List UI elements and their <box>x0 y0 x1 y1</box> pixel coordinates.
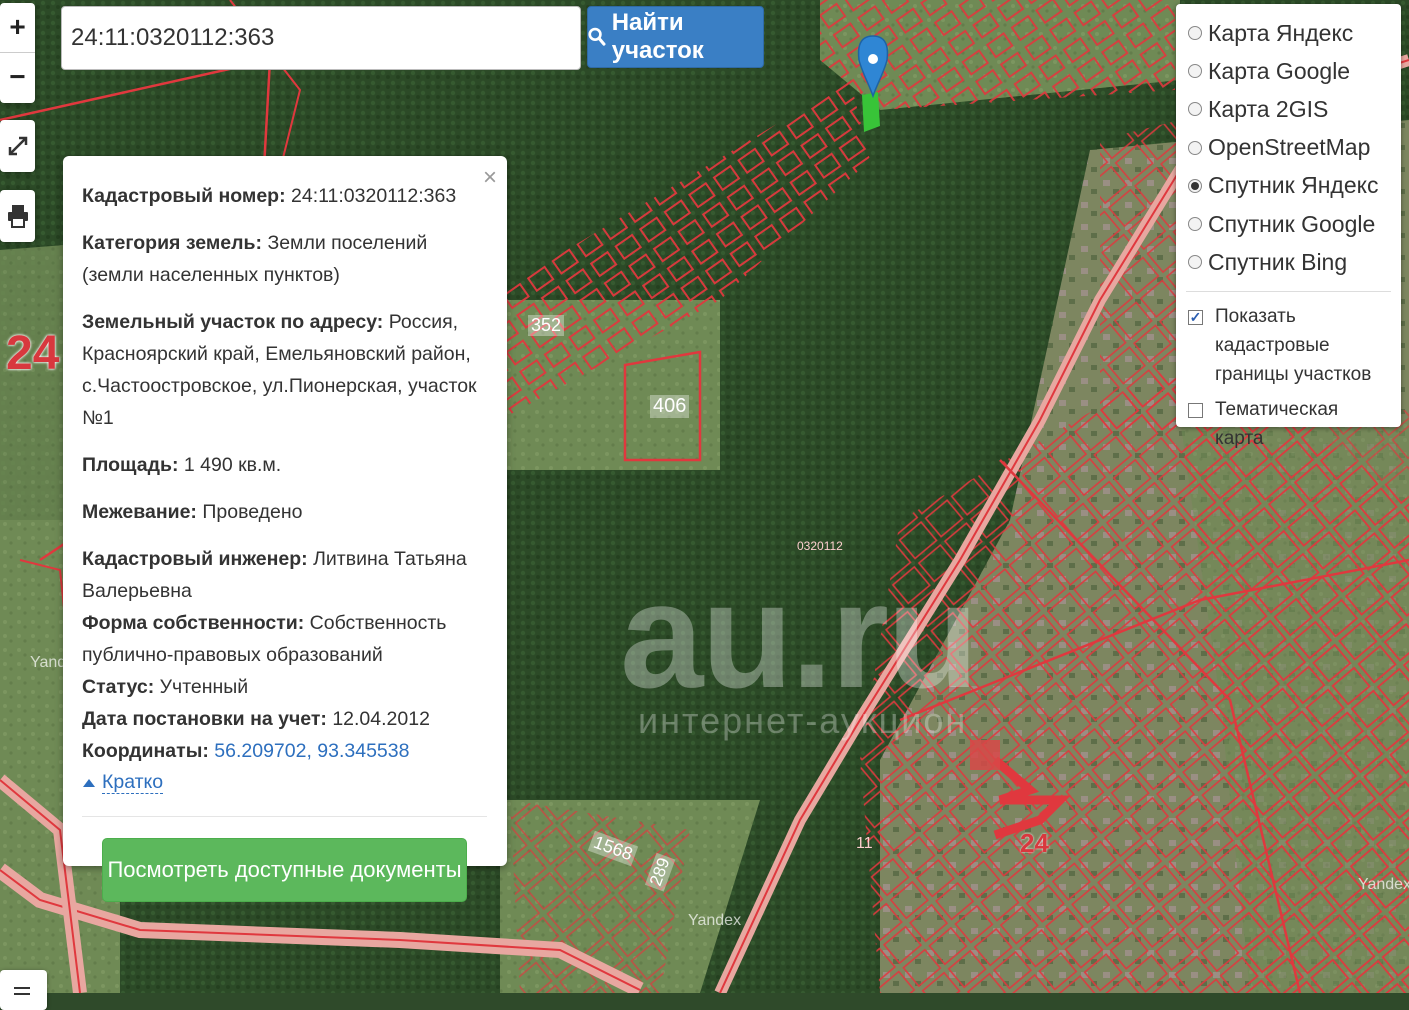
cadastral-search-input[interactable] <box>61 6 581 70</box>
map-parcel-label: 11 <box>856 835 873 852</box>
show-boundaries-toggle[interactable]: ✓ Показать кадастровые границы участков <box>1186 302 1391 389</box>
radio-icon[interactable] <box>1188 217 1202 232</box>
info-address: Земельный участок по адресу: Россия, Кра… <box>82 311 477 429</box>
coordinates-link[interactable]: 56.209702, 93.345538 <box>214 740 409 762</box>
radio-icon[interactable] <box>1188 102 1202 117</box>
collapse-toggle-label: Кратко <box>102 771 164 794</box>
layer-option-label: Спутник Bing <box>1208 248 1348 275</box>
collapse-toggle[interactable]: Кратко <box>82 771 164 794</box>
info-survey: Межевание: Проведено <box>82 501 303 523</box>
map-parcel-label: 406 <box>650 395 690 418</box>
info-engineer: Кадастровый инженер: Литвина Татьяна Вал… <box>82 548 467 602</box>
radio-icon[interactable] <box>1188 255 1202 270</box>
layers-button[interactable] <box>0 970 47 1010</box>
info-land-category: Категория земель: Земли поселений (земли… <box>82 232 428 286</box>
fullscreen-button[interactable] <box>0 120 35 172</box>
zoom-in-button[interactable]: + <box>0 3 35 52</box>
radio-icon[interactable] <box>1188 26 1202 41</box>
info-area: Площадь: 1 490 кв.м. <box>82 454 282 476</box>
map-provider-label: Yandex <box>688 912 742 929</box>
layer-option-label: Спутник Google <box>1208 210 1376 237</box>
layer-option-label: Спутник Яндекс <box>1208 172 1379 199</box>
map-provider-label: Yandex <box>1358 876 1409 893</box>
map-parcel-label: 352 <box>528 315 565 336</box>
close-icon[interactable]: × <box>483 166 497 190</box>
print-button[interactable] <box>0 190 35 242</box>
info-coordinates: Координаты: 56.209702, 93.345538 <box>82 740 410 762</box>
panel-divider <box>1186 291 1391 293</box>
layer-option-yandex-satellite[interactable]: Спутник Яндекс <box>1186 167 1391 205</box>
layer-option-bing-satellite[interactable]: Спутник Bing <box>1186 243 1391 281</box>
layer-option-label: Карта Google <box>1208 57 1351 84</box>
layer-option-yandex-map[interactable]: Карта Яндекс <box>1186 14 1391 52</box>
layer-option-google-satellite[interactable]: Спутник Google <box>1186 205 1391 243</box>
info-registration-date: Дата постановки на учет: 12.04.2012 <box>82 708 430 730</box>
layer-option-2gis-map[interactable]: Карта 2GIS <box>1186 90 1391 128</box>
zoom-control: + − <box>0 3 35 103</box>
find-parcel-button[interactable]: Найти участок <box>587 6 764 68</box>
printer-icon <box>7 205 28 228</box>
map-region-label-center: 24 <box>1020 828 1049 858</box>
find-parcel-label: Найти участок <box>611 9 704 64</box>
info-cadastral-number: Кадастровый номер: 24:11:0320112:363 <box>82 185 457 207</box>
radio-selected-icon[interactable] <box>1188 178 1202 193</box>
layer-switcher-panel: Карта Яндекс Карта Google Карта 2GIS Ope… <box>1176 4 1401 449</box>
parcel-info-popup: × Кадастровый номер: 24:11:0320112:363 К… <box>63 156 507 902</box>
menu-icon <box>14 987 30 995</box>
map-region-label-left: 24 <box>6 327 60 380</box>
radio-icon[interactable] <box>1188 64 1202 79</box>
radio-icon[interactable] <box>1188 140 1202 155</box>
layer-option-openstreetmap[interactable]: OpenStreetMap <box>1186 129 1391 167</box>
layer-option-google-map[interactable]: Карта Google <box>1186 52 1391 90</box>
view-documents-button[interactable]: Посмотреть доступные документы <box>102 838 467 902</box>
popup-divider <box>82 816 487 817</box>
checkbox-checked-icon[interactable]: ✓ <box>1188 310 1203 326</box>
search-icon <box>588 27 606 46</box>
triangle-up-icon <box>83 778 95 787</box>
layer-option-label: Карта 2GIS <box>1208 95 1329 122</box>
thematic-map-label: Тематическая карта <box>1215 399 1339 450</box>
fullscreen-icon <box>8 136 27 156</box>
info-status: Статус: Учтенный <box>82 676 249 698</box>
checkbox-icon[interactable] <box>1188 403 1203 419</box>
show-boundaries-label: Показать кадастровые границы участков <box>1215 306 1372 386</box>
layer-option-label: Карта Яндекс <box>1208 19 1354 46</box>
thematic-map-toggle[interactable]: Тематическая карта <box>1186 395 1391 453</box>
map-quarter-label: 0320112 <box>797 539 843 553</box>
info-ownership: Форма собственности: Собственность публи… <box>82 612 447 666</box>
zoom-out-button[interactable]: − <box>0 53 35 102</box>
layer-option-label: OpenStreetMap <box>1208 134 1371 161</box>
